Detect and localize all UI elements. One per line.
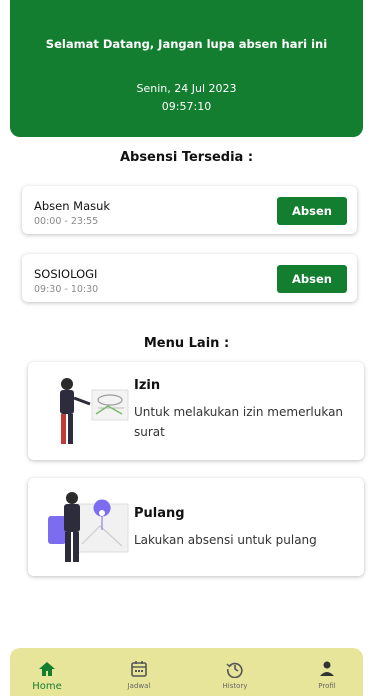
nav-jadwal[interactable]: Jadwal xyxy=(104,648,174,696)
menu-title: Izin xyxy=(134,378,161,393)
nav-profil[interactable]: Profil xyxy=(292,648,362,696)
nav-label: Home xyxy=(32,681,62,692)
menu-description: Untuk melakukan izin memerlukan xyxy=(134,405,344,419)
attendance-name: SOSIOLOGI xyxy=(34,267,98,281)
history-icon xyxy=(226,662,243,678)
attendance-section-title: Absensi Tersedia : xyxy=(119,150,254,165)
absen-button[interactable]: Absen xyxy=(277,265,347,293)
bottom-navigation: Home Jadwal History Profil xyxy=(10,648,363,696)
date-text: Senin, 24 Jul 2023 xyxy=(136,82,237,95)
menu-card-izin[interactable]: Izin Untuk melakukan izin memerlukan sur… xyxy=(28,362,364,460)
greeting-text: Selamat Datang, Jangan lupa absen hari i… xyxy=(45,37,328,51)
home-icon xyxy=(39,662,55,676)
calendar-icon xyxy=(131,661,147,677)
menu-title: Pulang xyxy=(134,506,185,521)
menu-card-pulang[interactable]: Pulang Lakukan absensi untuk pulang xyxy=(28,478,364,576)
attendance-hours: 09:30 - 10:30 xyxy=(34,284,99,295)
nav-home[interactable]: Home xyxy=(12,648,82,696)
menu-description: surat xyxy=(134,425,165,439)
header-banner: Selamat Datang, Jangan lupa absen hari i… xyxy=(10,0,363,137)
nav-label: History xyxy=(222,682,248,690)
nav-label: Jadwal xyxy=(127,682,151,690)
go-home-location-illustration xyxy=(48,492,129,562)
nav-label: Profil xyxy=(318,682,336,690)
permission-letter-illustration xyxy=(60,378,129,444)
absen-button[interactable]: Absen xyxy=(277,197,347,225)
attendance-hours: 00:00 - 23:55 xyxy=(34,216,99,227)
profile-icon xyxy=(320,661,334,676)
attendance-name: Absen Masuk xyxy=(34,199,111,213)
clock-text: 09:57:10 xyxy=(161,100,212,113)
menu-section-title: Menu Lain : xyxy=(143,336,230,351)
attendance-card: Absen Masuk 00:00 - 23:55 Absen xyxy=(22,186,357,234)
attendance-card: SOSIOLOGI 09:30 - 10:30 Absen xyxy=(22,254,357,302)
nav-history[interactable]: History xyxy=(200,648,270,696)
menu-description: Lakukan absensi untuk pulang xyxy=(134,533,317,547)
